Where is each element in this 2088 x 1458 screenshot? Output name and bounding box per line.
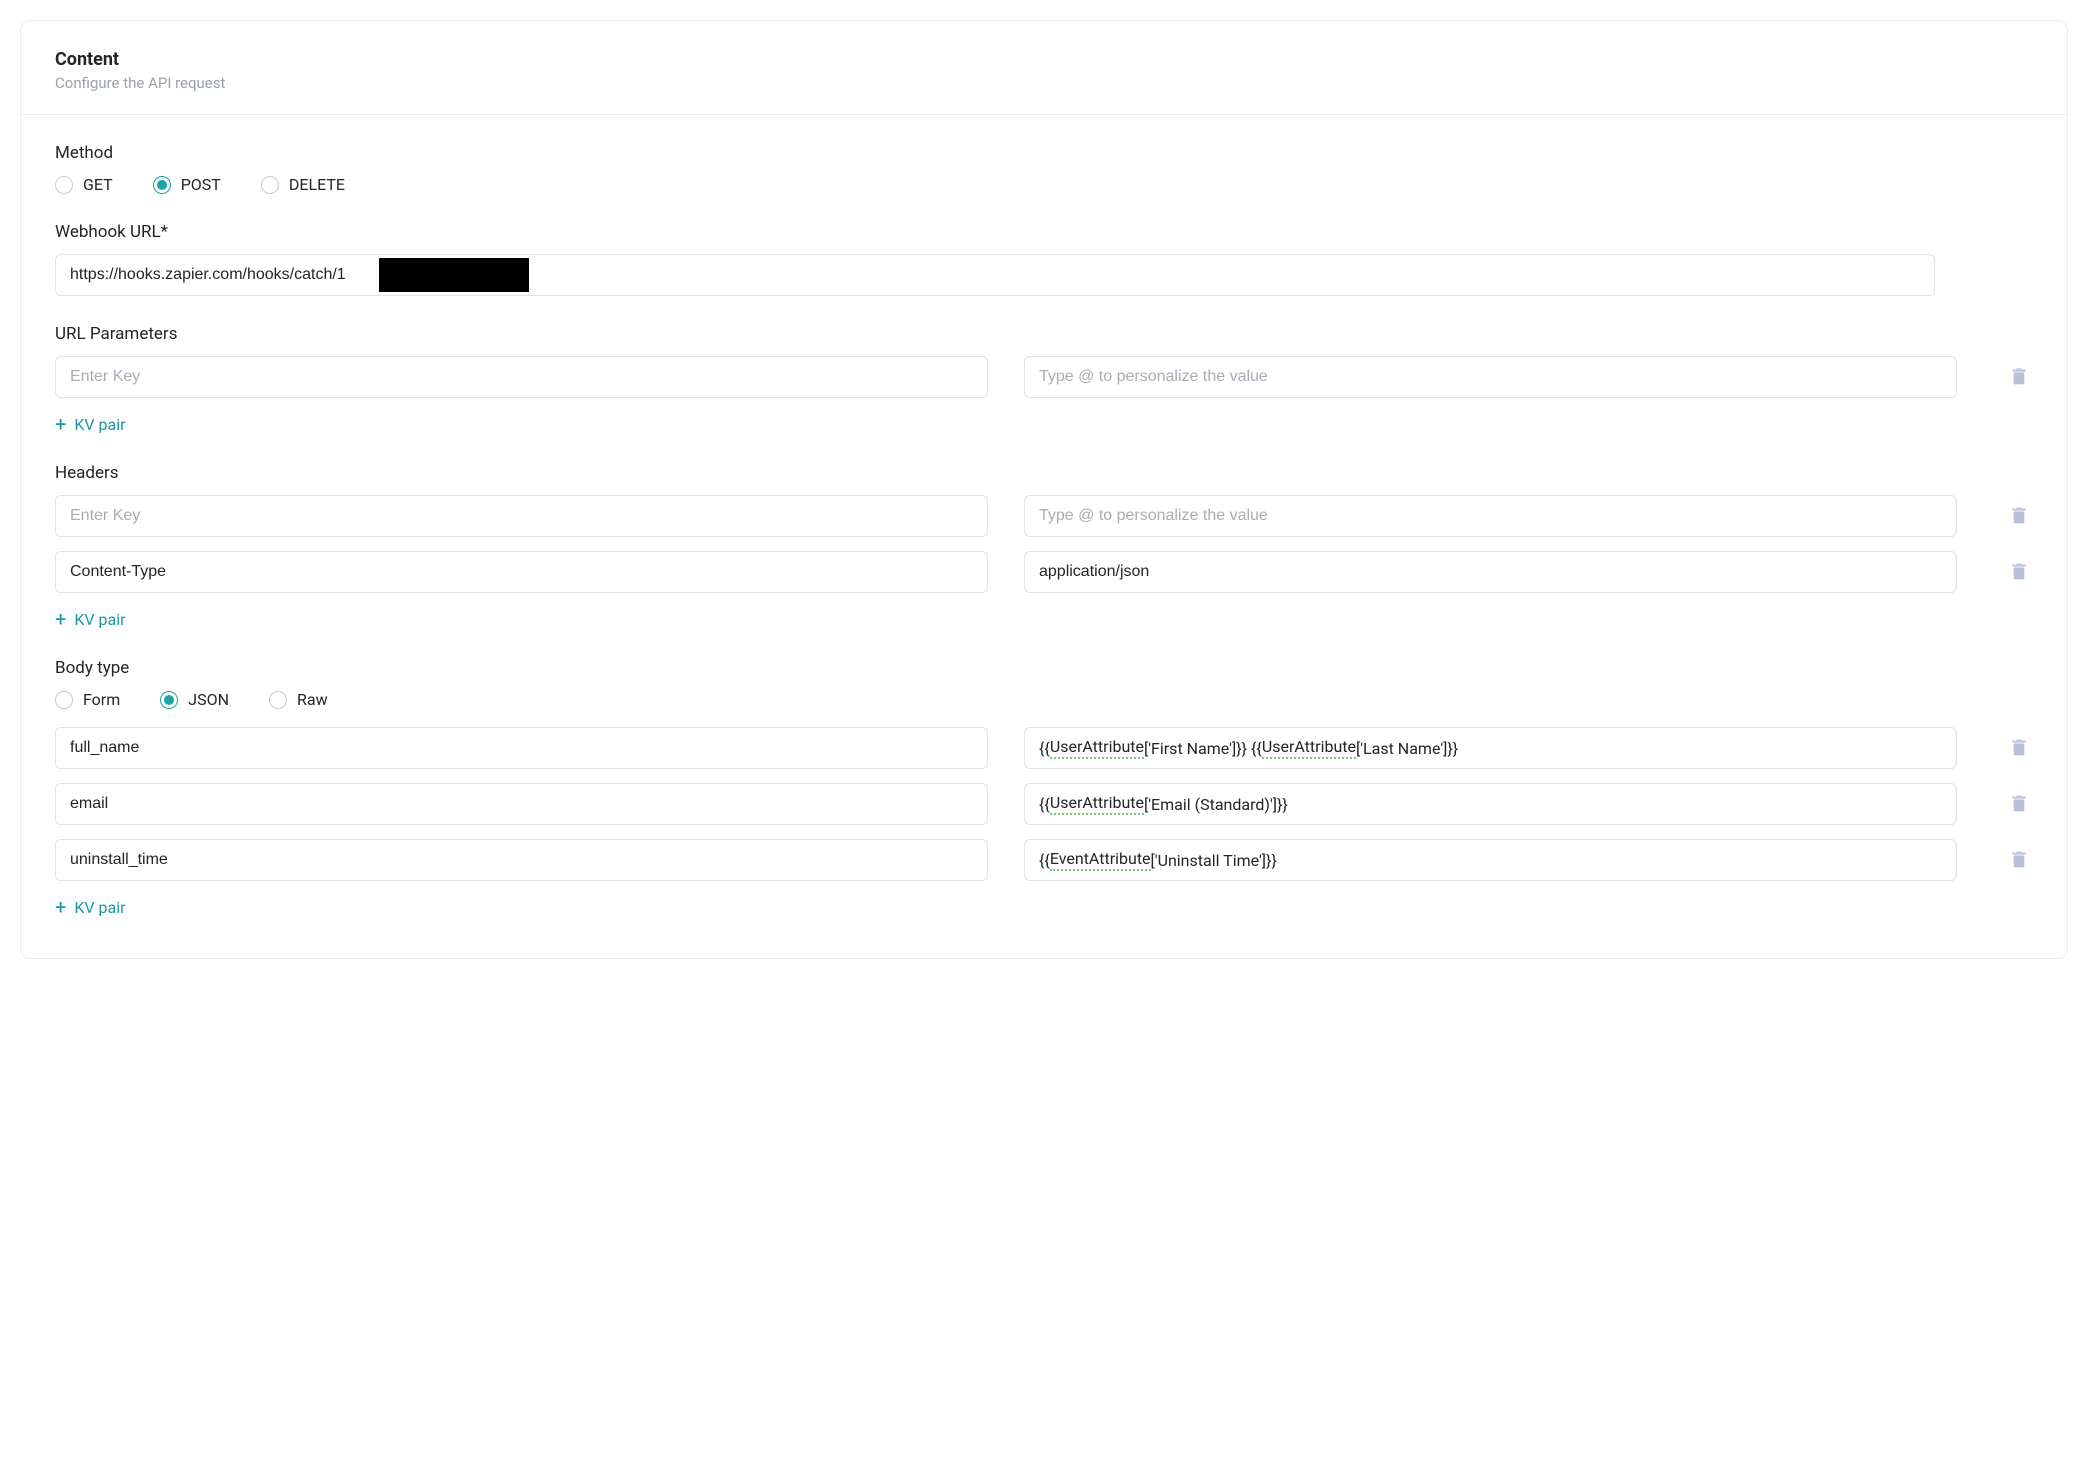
webhook-url-input[interactable] [55,254,1935,296]
body-type-radio-group: Form JSON Raw [55,690,2033,709]
url-param-key-input[interactable] [55,356,988,398]
content-panel: Content Configure the API request Method… [20,20,2068,959]
radio-label: DELETE [289,175,345,194]
delete-row-button[interactable] [2005,734,2033,762]
delete-row-button[interactable] [2005,363,2033,391]
body-row: {{UserAttribute['First Name']}} {{UserAt… [55,727,2033,769]
body-row: {{UserAttribute['Email (Standard)']}} [55,783,2033,825]
url-parameters-label: URL Parameters [55,324,2033,344]
webhook-url-wrap [55,254,1935,296]
value-text: ['Last Name']}} [1356,739,1458,758]
value-text: {{ [1039,795,1050,814]
header-value-input[interactable] [1024,495,1957,537]
header-key-input[interactable] [55,495,988,537]
body-type-radio-form[interactable]: Form [55,690,120,709]
add-header-label: KV pair [74,610,125,629]
body-value-input[interactable]: {{UserAttribute['Email (Standard)']}} [1024,783,1957,825]
body-value-input[interactable]: {{EventAttribute['Uninstall Time']}} [1024,839,1957,881]
value-text: ['First Name']}} {{ [1144,739,1262,758]
body-key-input[interactable] [55,783,988,825]
value-text: ['Uninstall Time']}} [1151,851,1277,870]
delete-row-button[interactable] [2005,790,2033,818]
header-row [55,495,2033,537]
method-label: Method [55,143,2033,163]
body-type-radio-raw[interactable]: Raw [269,690,328,709]
delete-row-button[interactable] [2005,558,2033,586]
body-key-input[interactable] [55,727,988,769]
panel-title: Content [55,49,2033,70]
method-radio-delete[interactable]: DELETE [261,175,345,194]
add-url-param-button[interactable]: + KV pair [55,414,126,434]
body-type-radio-json[interactable]: JSON [160,690,229,709]
add-body-kv-button[interactable]: + KV pair [55,897,126,917]
body-type-label: Body type [55,658,2033,678]
url-param-value-input[interactable] [1024,356,1957,398]
header-row [55,551,2033,593]
trash-icon [2011,368,2027,386]
template-token: UserAttribute [1262,737,1356,759]
add-header-button[interactable]: + KV pair [55,609,126,629]
delete-row-button[interactable] [2005,846,2033,874]
headers-label: Headers [55,463,2033,483]
plus-icon: + [55,414,66,434]
radio-label: GET [83,175,113,194]
panel-body: Method GET POST DELETE Webhook URL* URL Pa… [21,115,2067,958]
radio-icon [55,176,73,194]
template-token: UserAttribute [1050,793,1144,815]
method-radio-get[interactable]: GET [55,175,113,194]
plus-icon: + [55,609,66,629]
template-token: EventAttribute [1050,849,1151,871]
add-body-kv-label: KV pair [74,898,125,917]
method-radio-group: GET POST DELETE [55,175,2033,194]
body-key-input[interactable] [55,839,988,881]
value-text: {{ [1039,739,1050,758]
webhook-url-label: Webhook URL* [55,222,2033,242]
delete-row-button[interactable] [2005,502,2033,530]
radio-icon [269,691,287,709]
header-value-input[interactable] [1024,551,1957,593]
body-value-input[interactable]: {{UserAttribute['First Name']}} {{UserAt… [1024,727,1957,769]
value-text: ['Email (Standard)']}} [1144,795,1288,814]
radio-icon [55,691,73,709]
template-token: UserAttribute [1050,737,1144,759]
radio-icon [160,691,178,709]
url-param-row [55,356,2033,398]
panel-subtitle: Configure the API request [55,74,2033,92]
trash-icon [2011,739,2027,757]
trash-icon [2011,795,2027,813]
trash-icon [2011,851,2027,869]
radio-label: Form [83,690,120,709]
header-key-input[interactable] [55,551,988,593]
radio-label: Raw [297,690,328,709]
plus-icon: + [55,897,66,917]
radio-label: POST [181,175,221,194]
body-row: {{EventAttribute['Uninstall Time']}} [55,839,2033,881]
trash-icon [2011,563,2027,581]
trash-icon [2011,507,2027,525]
radio-icon [261,176,279,194]
value-text: {{ [1039,851,1050,870]
method-radio-post[interactable]: POST [153,175,221,194]
radio-icon [153,176,171,194]
radio-label: JSON [188,690,229,709]
panel-header: Content Configure the API request [21,21,2067,115]
add-url-param-label: KV pair [74,415,125,434]
